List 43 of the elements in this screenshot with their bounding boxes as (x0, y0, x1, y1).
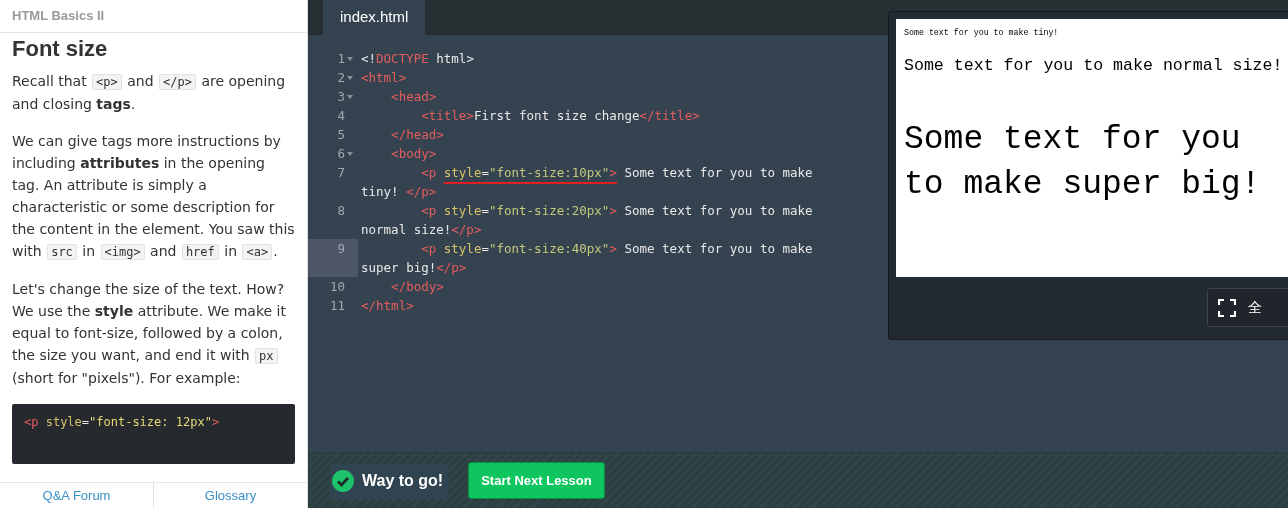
code-line: </head> (390, 126, 445, 144)
code-line: <!DOCTYPE html> (360, 50, 475, 68)
paragraph: Let's change the size of the text. How? We use the style attribute. We make it equal to font-size, followed by a colon, the size you want, and end it with px (short for "pixels"). For example: (12, 280, 287, 388)
code-line: <p style="font-size:40px"> Some text for you to make super big!</p> (360, 240, 814, 277)
paragraph: We can give tags more instructions by including attributes in the opening tag. An attribute is simply a characteristic or some description for the content in the element. You saw this with src in <img> and href in <a> . (12, 132, 295, 262)
lesson-heading: Font size (12, 36, 109, 62)
line-number: 3 (337, 88, 345, 106)
preview-text: Some text for you to make normal size! (904, 56, 1284, 76)
code-line: </body> (390, 278, 445, 296)
line-number: 1 (337, 50, 345, 68)
code-line: <title>First font size change</title> (420, 107, 701, 125)
code-line: <body> (390, 145, 438, 163)
code-example: <p style="font-size: 12px"> (12, 404, 295, 464)
fold-arrow-icon[interactable] (347, 95, 353, 99)
code-line: <p style="font-size:20px"> Some text for you to make normal size!</p> (360, 202, 814, 239)
file-tab[interactable]: index.html (323, 0, 426, 35)
preview-text: Some text for you to make super big! (904, 120, 1262, 205)
line-number: 9 (337, 240, 345, 258)
line-number: 4 (337, 107, 345, 125)
line-number: 6 (337, 145, 345, 163)
line-number: 8 (337, 202, 345, 220)
line-number: 10 (329, 278, 345, 296)
preview-text: Some text for you to make tiny! (904, 28, 1060, 38)
code-line: <head> (390, 88, 438, 106)
fullscreen-icon (1218, 298, 1236, 317)
course-title: HTML Basics II (0, 0, 307, 33)
footer-link[interactable]: Q&A Forum (0, 483, 153, 508)
fold-arrow-icon[interactable] (347, 152, 353, 156)
code-line: <p style="font-size:10px"> Some text for you to make tiny! </p> (360, 164, 814, 201)
code-line: </html> (360, 297, 415, 315)
line-number: 5 (337, 126, 345, 144)
fullscreen-button[interactable]: 全 (1207, 288, 1288, 327)
paragraph: Recall that <p> and </p> are opening and closing tags. (12, 72, 287, 114)
code-line: <html> (360, 69, 408, 87)
line-number: 2 (337, 69, 345, 87)
fold-arrow-icon[interactable] (347, 57, 353, 61)
line-number: 11 (329, 297, 345, 315)
next-lesson-button[interactable]: Start Next Lesson (468, 462, 605, 499)
line-number: 7 (337, 164, 345, 182)
fold-arrow-icon[interactable] (347, 76, 353, 80)
success-message: Way to go! (362, 470, 445, 491)
check-circle-icon (332, 469, 354, 492)
footer-link[interactable]: Glossary (153, 483, 307, 508)
